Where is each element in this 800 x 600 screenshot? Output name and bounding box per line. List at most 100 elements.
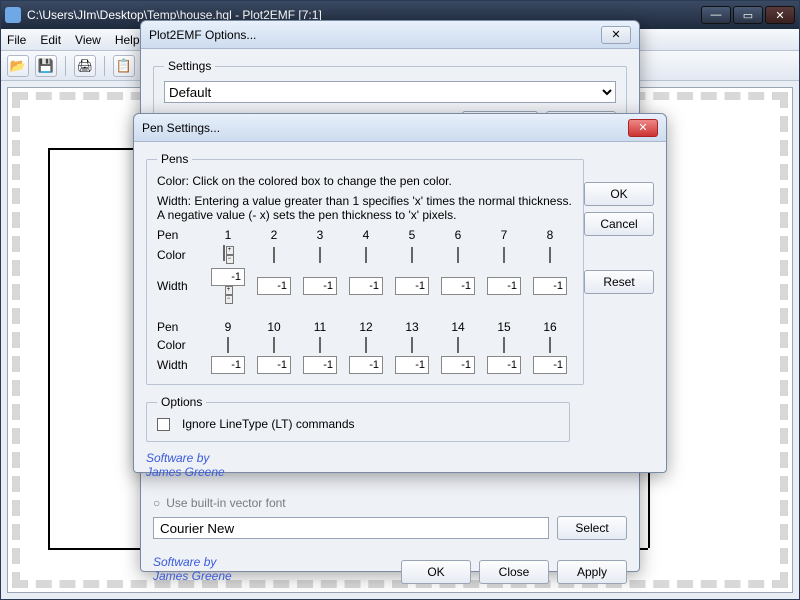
pen-color-swatch[interactable] (223, 245, 225, 261)
pen-width-input[interactable] (303, 356, 337, 374)
settings-select[interactable]: Default (164, 81, 616, 103)
pen-number: 10 (251, 320, 297, 334)
pen-number: 1 (205, 228, 251, 242)
pen-color-swatch[interactable] (503, 337, 505, 353)
pen-width-input[interactable] (349, 277, 383, 295)
color-col-label: Color (157, 248, 205, 262)
pen-color-swatch[interactable] (549, 337, 551, 353)
maximize-button[interactable]: ▭ (733, 6, 763, 24)
pens-group: Pens Color: Click on the colored box to … (146, 152, 584, 385)
pen-width-input[interactable] (257, 277, 291, 295)
pen-width-input[interactable] (211, 356, 245, 374)
credit: Software by James Greene (146, 452, 570, 480)
credit: Software by James Greene (153, 556, 232, 584)
pen-dialog-title-text: Pen Settings... (142, 121, 220, 135)
select-font-button[interactable]: Select (557, 516, 627, 540)
pen-number: 14 (435, 320, 481, 334)
ignore-lt-row[interactable]: Ignore LineType (LT) commands (157, 417, 559, 431)
pen-settings-dialog: Pen Settings... ✕ OK Cancel Reset Pens C… (133, 113, 667, 473)
pen-color-swatch[interactable] (319, 247, 321, 263)
pen-col-label: Pen (157, 320, 205, 334)
pen-color-swatch[interactable] (457, 337, 459, 353)
pen-number: 4 (343, 228, 389, 242)
pen-width-input[interactable] (533, 277, 567, 295)
menu-help[interactable]: Help (115, 33, 140, 47)
options-ok-button[interactable]: OK (401, 560, 471, 584)
pen-color-swatch[interactable] (411, 247, 413, 263)
pen-width-input[interactable] (533, 356, 567, 374)
pen-number: 6 (435, 228, 481, 242)
pen-number: 13 (389, 320, 435, 334)
pen-help-1: Color: Click on the colored box to chang… (157, 174, 573, 188)
pen-color-swatch[interactable] (273, 337, 275, 353)
menu-file[interactable]: File (7, 33, 26, 47)
pen-width-input[interactable] (395, 277, 429, 295)
pen-color-swatch[interactable] (365, 337, 367, 353)
options-dialog-close-icon[interactable]: ✕ (601, 26, 631, 44)
pen-number: 9 (205, 320, 251, 334)
pen-grid-a: Pen12345678Color+−Width+− (157, 228, 573, 304)
pen-width-input[interactable] (487, 277, 521, 295)
pen-color-swatch[interactable] (365, 247, 367, 263)
color-col-label: Color (157, 338, 205, 352)
color-spinner[interactable]: +− (226, 246, 234, 264)
pen-color-swatch[interactable] (273, 247, 275, 263)
options-close-button[interactable]: Close (479, 560, 549, 584)
pen-width-input[interactable] (395, 356, 429, 374)
menu-view[interactable]: View (75, 33, 101, 47)
pen-number: 5 (389, 228, 435, 242)
pen-number: 3 (297, 228, 343, 242)
pen-color-swatch[interactable] (503, 247, 505, 263)
pen-width-input[interactable] (441, 277, 475, 295)
options-apply-button[interactable]: Apply (557, 560, 627, 584)
pen-help-2: Width: Entering a value greater than 1 s… (157, 194, 573, 208)
ignore-lt-checkbox[interactable] (157, 418, 170, 431)
pen-grid-b: Pen910111213141516 Color Width (157, 320, 573, 374)
pen-color-swatch[interactable] (411, 337, 413, 353)
pen-number: 2 (251, 228, 297, 242)
pen-color-swatch[interactable] (549, 247, 551, 263)
pen-color-swatch[interactable] (227, 337, 229, 353)
copy-icon[interactable]: 📋 (113, 55, 135, 77)
pen-ok-button[interactable]: OK (584, 182, 654, 206)
pen-number: 12 (343, 320, 389, 334)
toolbar-separator (104, 56, 105, 76)
pen-number: 11 (297, 320, 343, 334)
font-name-field[interactable] (153, 517, 549, 539)
pen-width-input[interactable] (487, 356, 521, 374)
pen-reset-button[interactable]: Reset (584, 270, 654, 294)
pen-number: 16 (527, 320, 573, 334)
pen-cancel-button[interactable]: Cancel (584, 212, 654, 236)
pen-width-input[interactable] (303, 277, 337, 295)
pen-width-input[interactable] (257, 356, 291, 374)
options-dialog-title-text: Plot2EMF Options... (149, 28, 256, 42)
ignore-lt-label: Ignore LineType (LT) commands (182, 417, 355, 431)
pen-width-input[interactable] (211, 268, 245, 286)
pen-color-swatch[interactable] (319, 337, 321, 353)
width-col-label: Width (157, 358, 205, 372)
pen-dialog-close-icon[interactable]: ✕ (628, 119, 658, 137)
options-dialog-title: Plot2EMF Options... ✕ (141, 21, 639, 49)
pen-number: 7 (481, 228, 527, 242)
save-icon[interactable]: 💾 (35, 55, 57, 77)
menu-edit[interactable]: Edit (40, 33, 61, 47)
pen-width-input[interactable] (349, 356, 383, 374)
width-spinner[interactable]: +− (225, 286, 233, 304)
settings-group-label: Settings (164, 59, 215, 73)
open-icon[interactable]: 📂 (7, 55, 29, 77)
pen-options-label: Options (157, 395, 206, 409)
toolbar-separator (65, 56, 66, 76)
pen-width-input[interactable] (441, 356, 475, 374)
minimize-button[interactable]: — (701, 6, 731, 24)
pen-options-group: Options Ignore LineType (LT) commands (146, 395, 570, 442)
pen-help-3: A negative value (- x) sets the pen thic… (157, 208, 573, 222)
pens-group-label: Pens (157, 152, 192, 166)
pen-col-label: Pen (157, 228, 205, 242)
pen-color-swatch[interactable] (457, 247, 459, 263)
print-icon[interactable]: 🖨 (74, 55, 96, 77)
pen-number: 15 (481, 320, 527, 334)
vector-font-label: Use built-in vector font (166, 496, 285, 510)
pen-number: 8 (527, 228, 573, 242)
pen-dialog-title: Pen Settings... ✕ (134, 114, 666, 142)
close-button[interactable]: ✕ (765, 6, 795, 24)
